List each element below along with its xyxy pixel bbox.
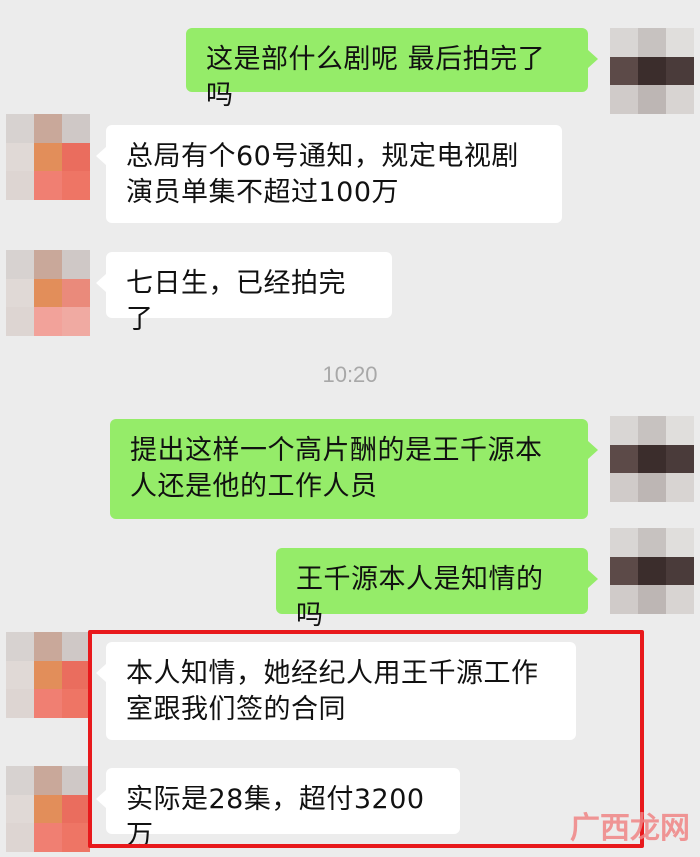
- message-bubble-received[interactable]: 总局有个60号通知，规定电视剧演员单集不超过100万: [96, 125, 562, 223]
- contact-avatar[interactable]: [6, 632, 90, 718]
- message-bubble-sent[interactable]: 这是部什么剧呢 最后拍完了吗: [186, 28, 598, 111]
- message-bubble-received[interactable]: 七日生，已经拍完了: [96, 252, 392, 335]
- watermark-logo: 广西龙网: [570, 811, 690, 846]
- self-avatar[interactable]: [610, 416, 694, 502]
- contact-avatar[interactable]: [6, 114, 90, 200]
- bubble-tail: [96, 274, 106, 292]
- self-avatar[interactable]: [610, 528, 694, 614]
- bubble-tail: [588, 570, 598, 588]
- bubble-tail: [588, 50, 598, 68]
- message-text: 提出这样一个高片酬的是王千源本人还是他的工作人员: [130, 435, 543, 502]
- self-avatar[interactable]: [610, 28, 694, 114]
- message-text: 七日生，已经拍完了: [126, 268, 346, 335]
- message-bubble-sent[interactable]: 王千源本人是知情的吗: [276, 548, 598, 631]
- highlight-annotation-box: [88, 630, 644, 848]
- message-text: 这是部什么剧呢 最后拍完了吗: [206, 44, 546, 111]
- contact-avatar[interactable]: [6, 250, 90, 336]
- message-text: 王千源本人是知情的吗: [296, 564, 544, 631]
- bubble-tail: [588, 441, 598, 459]
- message-timestamp: 10:20: [322, 362, 378, 387]
- contact-avatar[interactable]: [6, 766, 90, 852]
- message-text: 总局有个60号通知，规定电视剧演员单集不超过100万: [126, 141, 519, 208]
- message-bubble-sent[interactable]: 提出这样一个高片酬的是王千源本人还是他的工作人员: [110, 419, 598, 519]
- bubble-tail: [96, 147, 106, 165]
